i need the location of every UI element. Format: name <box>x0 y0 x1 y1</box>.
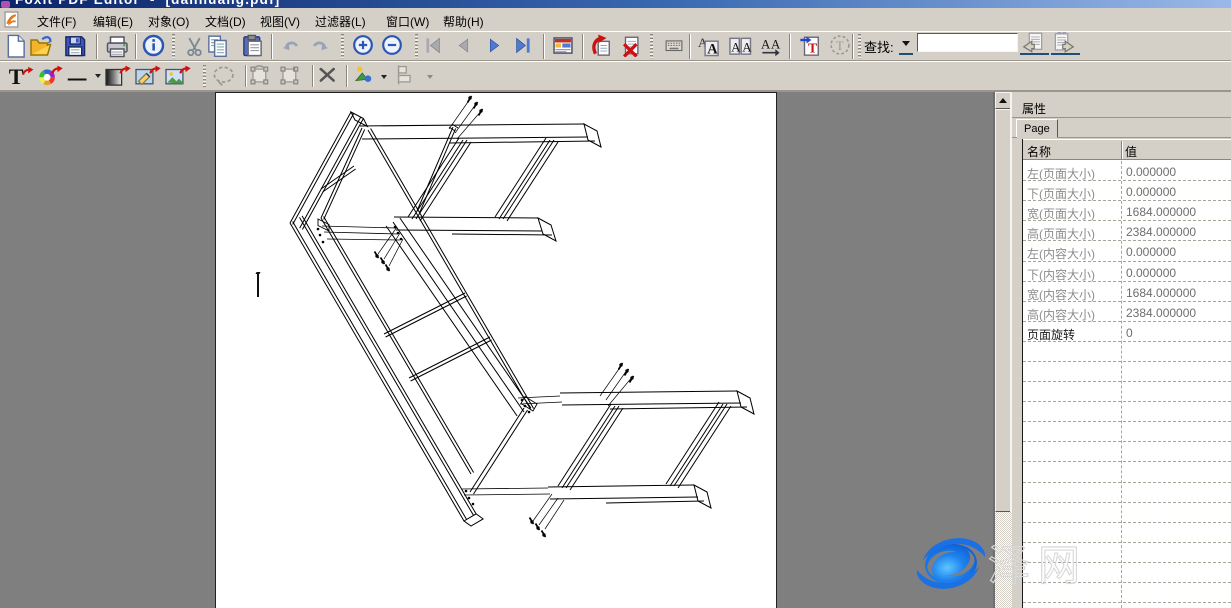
svg-text:A: A <box>707 41 718 57</box>
svg-text:A: A <box>742 39 752 54</box>
svg-text:T: T <box>808 40 817 55</box>
svg-text:A: A <box>771 36 781 51</box>
svg-text:A: A <box>731 39 741 54</box>
svg-text:A: A <box>761 36 771 51</box>
svg-text:T: T <box>836 39 844 53</box>
svg-text:T: T <box>9 64 24 89</box>
